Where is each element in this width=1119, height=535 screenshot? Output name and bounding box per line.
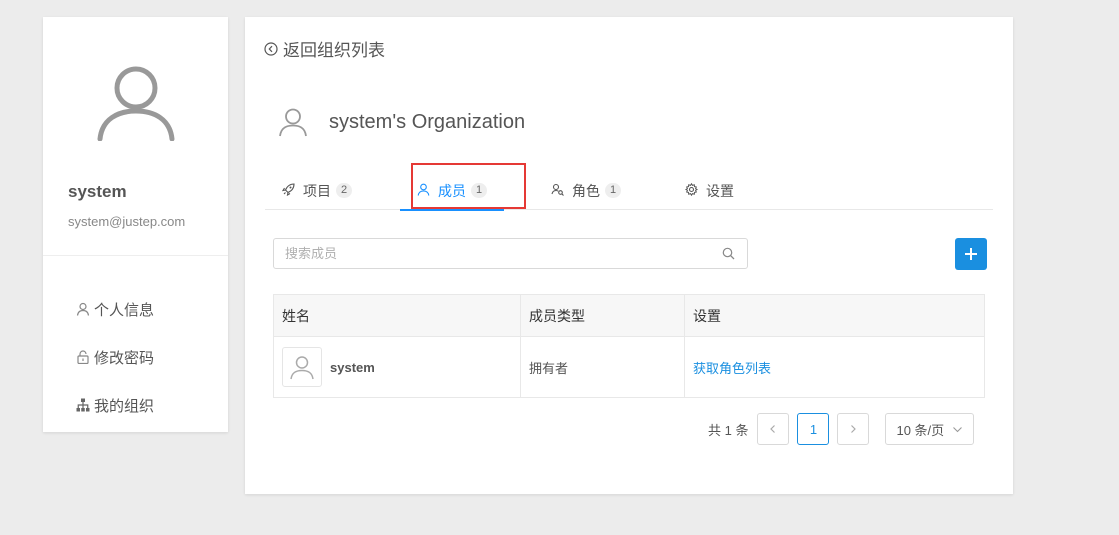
tab-bar: 项目 2 成员 1 角色 1 设置 [265,163,993,211]
total-count: 共 1 条 [708,422,749,438]
menu-label: 修改密码 [94,349,155,367]
column-header-settings: 设置 [693,307,721,324]
tab-label: 成员 [438,183,466,199]
member-search-input[interactable] [274,239,722,268]
tab-label: 角色 [572,183,600,199]
org-avatar-icon [279,108,307,137]
back-to-org-list-link[interactable]: 返回组织列表 [264,36,385,61]
add-member-button[interactable] [955,238,987,270]
member-name: system [330,359,375,375]
menu-item-my-orgs[interactable]: 我的组织 [76,381,154,429]
count-badge: 2 [336,183,353,198]
chevron-down-icon [953,426,963,432]
divider [43,255,228,256]
tab-projects[interactable]: 项目 2 [282,175,353,210]
roles-icon [551,183,564,196]
plus-icon [965,248,977,260]
column-header-type: 成员类型 [521,295,685,336]
table-row: system 拥有者 获取角色列表 [274,337,984,397]
profile-card: system system@justep.com 个人信息 修改密码 我的组织 [43,17,228,432]
menu-label: 个人信息 [94,301,155,319]
count-badge: 1 [605,183,622,198]
user-icon [417,183,430,196]
tab-label: 设置 [706,183,734,199]
rocket-icon [282,183,295,196]
pagination: 共 1 条 1 10 条/页 [708,413,975,445]
next-page-button[interactable] [837,413,870,445]
page-size-select[interactable]: 10 条/页 [885,413,975,445]
tab-members[interactable]: 成员 1 [399,175,505,211]
member-avatar [282,347,322,387]
profile-name: system [68,182,127,201]
tab-settings[interactable]: 设置 [685,175,734,210]
chevron-right-icon [851,425,857,433]
page-size-value: 10 条/页 [896,422,945,438]
menu-item-personal-info[interactable]: 个人信息 [76,285,154,333]
lock-icon [77,350,89,364]
user-avatar-icon [290,356,314,380]
page-number-button[interactable]: 1 [797,413,830,445]
members-table: 姓名 成员类型 设置 system 拥有者 获取角色列表 [273,294,985,398]
count-badge: 1 [471,183,488,198]
table-header: 姓名 成员类型 设置 [274,295,984,337]
back-label: 返回组织列表 [283,41,385,60]
side-menu: 个人信息 修改密码 我的组织 [76,285,154,429]
menu-item-change-password[interactable]: 修改密码 [76,333,154,381]
user-icon [76,302,90,316]
member-name-cell: system [274,337,521,397]
avatar-icon [97,66,175,141]
profile-email: system@justep.com [68,214,186,229]
member-settings-cell: 获取角色列表 [685,337,984,397]
chevron-left-icon [770,425,776,433]
prev-page-button[interactable] [757,413,790,445]
search-box[interactable] [273,238,748,269]
org-header: system's Organization [278,107,525,137]
member-type: 拥有者 [521,337,685,397]
column-header-name: 姓名 [274,295,521,336]
search-icon [722,247,735,260]
circle-left-icon [264,41,278,56]
tab-roles[interactable]: 角色 1 [551,175,622,210]
org-title: system's Organization [329,110,526,133]
org-tree-icon [76,398,90,412]
gear-icon [685,183,698,196]
tab-label: 项目 [303,183,331,199]
menu-label: 我的组织 [94,397,155,415]
get-role-list-link[interactable]: 获取角色列表 [693,358,771,377]
main-card: 返回组织列表 system's Organization 项目 2 成员 1 角… [245,17,1013,494]
